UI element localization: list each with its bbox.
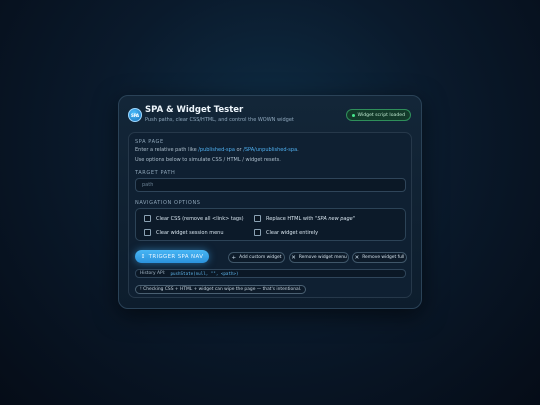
- trigger-spa-nav-button[interactable]: ↕ TRIGGER SPA NAV: [135, 250, 209, 263]
- replace-html-label: Replace HTML with "SPA new page": [266, 216, 355, 222]
- example-path-published: /published-spa: [198, 147, 235, 153]
- desc-suffix: .: [297, 147, 299, 153]
- navigation-options-box: Clear CSS (remove all <link> tags) Repla…: [135, 208, 406, 241]
- target-path-input[interactable]: [135, 178, 406, 192]
- remove-widget-menu-label: Remove widget menu: [298, 255, 347, 260]
- spa-page-label: SPA PAGE: [135, 139, 164, 145]
- page-subtitle: Push paths, clear CSS/HTML, and control …: [145, 117, 294, 123]
- add-custom-widget-label: Add custom widget: [239, 255, 282, 260]
- arrows-vertical-icon: ↕: [140, 253, 146, 260]
- replace-html-option[interactable]: Replace HTML with "SPA new page": [254, 215, 355, 222]
- warning-note: ! Checking CSS + HTML + widget can wipe …: [135, 285, 307, 294]
- history-api-row: History API: pushState(null, "", <path>): [135, 269, 406, 278]
- clear-widget-option[interactable]: Clear widget entirely: [254, 229, 318, 236]
- spa-widget-tester-card: SPA SPA & Widget Tester Push paths, clea…: [118, 95, 422, 309]
- remove-widget-full-button[interactable]: ✕ Remove widget full: [352, 252, 407, 263]
- logo-text: SPA: [131, 112, 139, 118]
- clear-widget-checkbox[interactable]: [254, 229, 261, 236]
- desc-prefix: Enter a relative path like: [135, 147, 199, 153]
- status-text: Widget script loaded: [357, 112, 405, 118]
- remove-widget-full-label: Remove widget full: [362, 255, 405, 260]
- target-path-label: TARGET PATH: [135, 170, 176, 176]
- tester-panel: SPA PAGE Enter a relative path like /pub…: [128, 132, 412, 298]
- close-icon: ✕: [291, 254, 296, 261]
- add-custom-widget-button[interactable]: + Add custom widget: [228, 252, 285, 263]
- replace-html-prefix: Replace HTML with: [266, 215, 316, 222]
- spa-page-description: Enter a relative path like /published-sp…: [135, 147, 299, 153]
- page-title: SPA & Widget Tester: [145, 105, 244, 115]
- spa-page-hint: Use options below to simulate CSS / HTML…: [135, 157, 281, 163]
- replace-html-emphasis: "SPA new page": [315, 215, 356, 222]
- replace-html-checkbox[interactable]: [254, 215, 261, 222]
- desc-or: or: [234, 147, 244, 153]
- clear-widget-label: Clear widget entirely: [266, 229, 319, 236]
- remove-widget-menu-button[interactable]: ✕ Remove widget menu: [289, 252, 349, 263]
- plus-icon: +: [231, 254, 237, 261]
- status-dot-icon: [351, 113, 355, 117]
- history-api-code: pushState(null, "", <path>): [170, 271, 239, 276]
- clear-session-menu-label: Clear widget session menu: [156, 229, 224, 236]
- clear-css-option[interactable]: Clear CSS (remove all <link> tags): [144, 215, 244, 222]
- clear-css-checkbox[interactable]: [144, 215, 151, 222]
- clear-css-label: Clear CSS (remove all <link> tags): [156, 215, 244, 222]
- spa-logo-icon: SPA: [128, 108, 142, 122]
- close-icon: ✕: [354, 254, 360, 261]
- navigation-options-label: NAVIGATION OPTIONS: [135, 200, 201, 206]
- example-path-unpublished: /SPA/unpublished-spa: [243, 147, 298, 153]
- status-badge: Widget script loaded: [345, 109, 411, 121]
- clear-session-menu-checkbox[interactable]: [144, 229, 151, 236]
- trigger-spa-nav-label: TRIGGER SPA NAV: [148, 253, 204, 260]
- clear-session-menu-option[interactable]: Clear widget session menu: [144, 229, 224, 236]
- history-api-label: History API:: [140, 271, 166, 276]
